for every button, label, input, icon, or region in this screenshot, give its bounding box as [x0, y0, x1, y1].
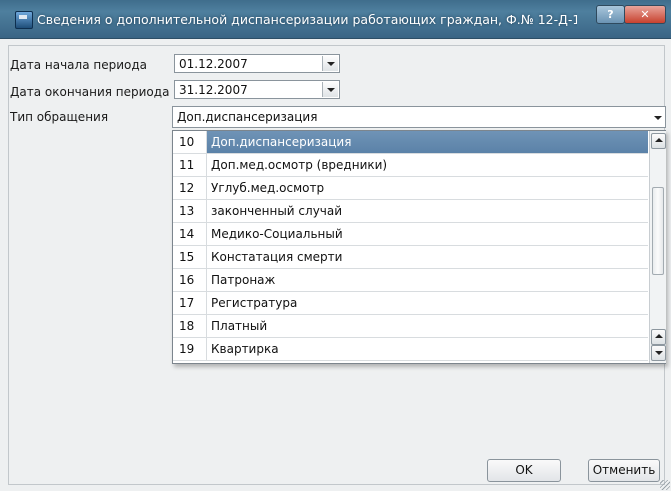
period-start-value: 01.12.2007: [179, 57, 248, 71]
list-item-name: Углуб.мед.осмотр: [211, 181, 325, 195]
appeal-type-select[interactable]: Доп.диспансеризация: [172, 106, 666, 128]
appeal-type-dropdown-button[interactable]: [650, 108, 664, 126]
list-item[interactable]: 13 законченный случай: [173, 200, 648, 223]
title-bar[interactable]: Сведения о дополнительной диспансеризаци…: [0, 0, 671, 39]
list-item[interactable]: 19 Квартирка: [173, 338, 648, 361]
help-button[interactable]: ?: [596, 5, 625, 24]
scroll-up-button[interactable]: [651, 133, 666, 149]
appeal-type-dropdown-list: 10 Доп.диспансеризация 11 Доп.мед.осмотр (в…: [172, 130, 666, 364]
ok-button[interactable]: OK: [487, 459, 561, 482]
list-item[interactable]: 12 Углуб.мед.осмотр: [173, 177, 648, 200]
list-item-name: Патронаж: [211, 273, 276, 287]
list-item[interactable]: 14 Медико-Социальный: [173, 223, 648, 246]
dropdown-scrollbar[interactable]: [649, 131, 666, 363]
list-item-name: Доп.диспансеризация: [207, 131, 648, 153]
list-item-name: Квартирка: [211, 342, 279, 356]
chevron-down-icon: [654, 116, 662, 120]
list-item[interactable]: 11 Доп.мед.осмотр (вредники): [173, 154, 648, 177]
list-item-name: Регистратура: [211, 296, 298, 310]
period-end-label: Дата окончания периода: [10, 85, 170, 99]
arrow-up-icon: [655, 334, 663, 338]
list-item-code: 13: [173, 200, 207, 222]
list-item-name: Медико-Социальный: [211, 227, 343, 241]
list-item-code: 12: [173, 177, 207, 199]
list-item-code: 18: [173, 315, 207, 337]
list-item-code: 19: [173, 338, 207, 360]
list-item[interactable]: 16 Патронаж: [173, 269, 648, 292]
close-button[interactable]: ✕: [624, 5, 666, 24]
period-start-dropdown-button[interactable]: [322, 56, 338, 71]
chevron-down-icon: [327, 88, 335, 92]
cancel-button[interactable]: Отменить: [588, 459, 660, 482]
list-item[interactable]: 10 Доп.диспансеризация: [173, 131, 648, 154]
appeal-type-value: Доп.диспансеризация: [177, 110, 318, 124]
appeal-type-label: Тип обращения: [10, 110, 109, 124]
list-item[interactable]: 15 Констатация смерти: [173, 246, 648, 269]
list-item-name: Доп.мед.осмотр (вредники): [211, 158, 388, 172]
period-start-label: Дата начала периода: [10, 58, 148, 72]
period-end-date-picker[interactable]: 31.12.2007: [174, 80, 340, 99]
list-item-code: 14: [173, 223, 207, 245]
scroll-thumb[interactable]: [652, 187, 664, 275]
resize-grip[interactable]: [660, 480, 670, 490]
chevron-down-icon: [327, 62, 335, 66]
period-end-value: 31.12.2007: [179, 83, 248, 97]
list-item-code: 11: [173, 154, 207, 176]
app-icon: [15, 11, 33, 29]
arrow-up-icon: [655, 138, 663, 142]
list-item[interactable]: 17 Регистратура: [173, 292, 648, 315]
list-item[interactable]: 18 Платный: [173, 315, 648, 338]
list-item-code: 16: [173, 269, 207, 291]
list-item-code: 10: [173, 131, 207, 153]
window-title: Сведения о дополнительной диспансеризаци…: [37, 12, 577, 27]
period-start-date-picker[interactable]: 01.12.2007: [174, 54, 340, 73]
arrow-down-icon: [655, 351, 663, 355]
list-item-code: 17: [173, 292, 207, 314]
dialog-window: Сведения о дополнительной диспансеризаци…: [0, 0, 671, 491]
scroll-up-button-bottom[interactable]: [651, 329, 666, 345]
scroll-down-button[interactable]: [651, 345, 666, 361]
list-item-name: законченный случай: [211, 204, 343, 218]
list-item-name: Констатация смерти: [211, 250, 343, 264]
period-end-dropdown-button[interactable]: [322, 82, 338, 97]
list-item-name: Платный: [211, 319, 268, 333]
list-item-code: 15: [173, 246, 207, 268]
